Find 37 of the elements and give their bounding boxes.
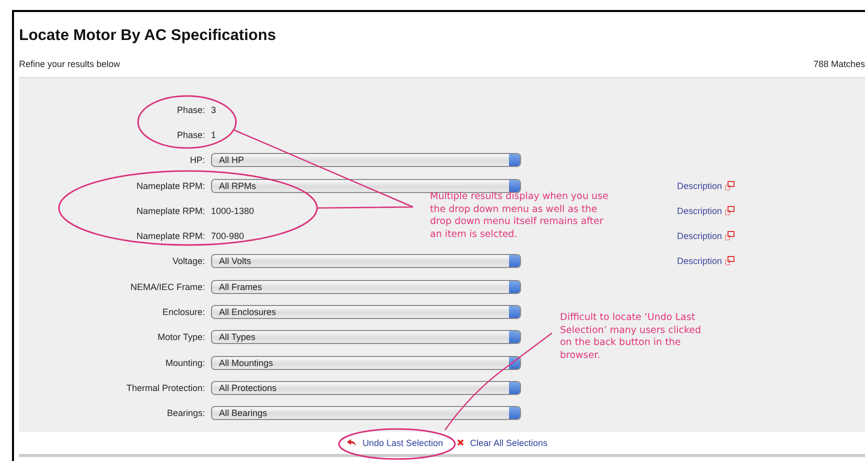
description-link[interactable]: Description	[677, 256, 865, 266]
dropdown[interactable]: All Volts	[211, 254, 521, 268]
filter-value: 1000-1380	[211, 206, 254, 216]
filter-label: Voltage:	[172, 256, 205, 266]
annotation-note: Difficult to locate ‘Undo Last Selection’ many users clicked on the back button in the browser.	[560, 312, 702, 362]
dropdown[interactable]: All Enclosures	[211, 305, 521, 320]
filter-label: Enclosure:	[162, 307, 205, 318]
match-count: 788 Matches	[813, 59, 865, 71]
filter-label: Nameplate RPM:	[136, 206, 205, 216]
dropdown[interactable]: All Bearings	[211, 406, 521, 420]
dropdown[interactable]: All RPMs	[211, 178, 521, 193]
undo-link[interactable]: Undo Last Selection	[347, 438, 443, 448]
filter-value: 700-980	[211, 231, 244, 242]
filter-label: Phase:	[176, 130, 205, 140]
refine-hint: Refine your results below	[19, 59, 120, 71]
description-link[interactable]: Description	[677, 231, 865, 242]
dropdown[interactable]: All Frames	[211, 280, 521, 294]
filter-label: Thermal Protection:	[126, 382, 205, 393]
filter-label: Motor Type:	[158, 332, 205, 342]
dropdown[interactable]: All HP	[211, 153, 521, 168]
filter-label: Nameplate RPM:	[136, 231, 205, 242]
description-link[interactable]: Description	[677, 180, 865, 191]
filter-label: Mounting:	[165, 358, 205, 368]
dropdown[interactable]: All Types	[211, 330, 521, 344]
page-title: Locate Motor By AC Specifications	[19, 27, 277, 46]
dropdown[interactable]: All Mountings	[211, 356, 521, 370]
filter-label: Phase:	[176, 104, 205, 115]
filter-value: 3	[211, 104, 216, 115]
clear-link[interactable]: Clear All Selections	[457, 438, 548, 448]
filter-label: Nameplate RPM:	[136, 180, 205, 191]
description-link[interactable]: Description	[677, 206, 865, 216]
filter-label: Bearings:	[166, 408, 205, 418]
filter-label: NEMA/IEC Frame:	[130, 282, 205, 292]
dropdown[interactable]: All Protections	[211, 380, 521, 395]
filter-label: HP:	[190, 155, 205, 166]
filter-value: 1	[211, 130, 216, 140]
annotation-note: Multiple results display when you use the drop down menu as well as the drop down menu itself remains after an item is selcted.	[430, 191, 610, 241]
